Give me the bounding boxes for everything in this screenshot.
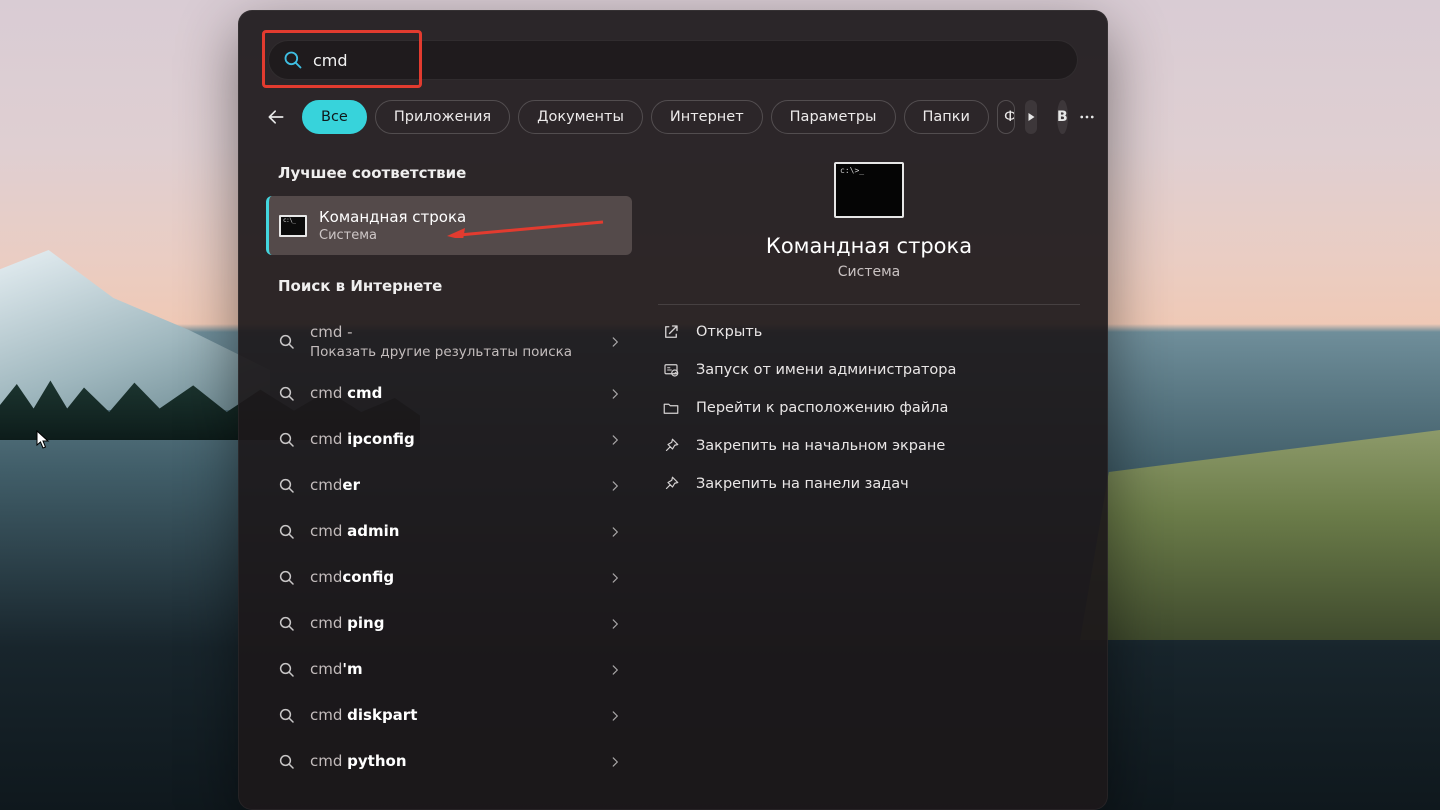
web-result-item[interactable]: cmd cmd [266,371,632,417]
play-icon [1025,111,1037,123]
best-match-title: Командная строка [319,208,466,226]
more-options-button[interactable] [1078,100,1096,134]
web-result-item[interactable]: cmd diskpart [266,693,632,739]
action-label: Перейти к расположению файла [696,400,948,416]
filter-pill-1[interactable]: Приложения [375,100,510,134]
filter-row: ВсеПриложенияДокументыИнтернетПараметрыП… [238,80,1108,134]
search-icon [278,385,296,403]
action-open[interactable]: Открыть [658,313,1080,351]
action-label: Открыть [696,324,762,340]
web-result-item[interactable]: cmd'm [266,647,632,693]
search-icon [278,523,296,541]
pin-icon [662,437,680,455]
search-icon [278,477,296,495]
filter-pill-2[interactable]: Документы [518,100,643,134]
search-icon [278,707,296,725]
action-label: Закрепить на панели задач [696,476,909,492]
preview-subtitle: Система [838,264,900,280]
folder-icon [662,399,680,417]
web-result-label: cmd - Показать другие результаты поиска [310,323,620,361]
action-admin[interactable]: Запуск от имени администратора [658,351,1080,389]
web-result-item[interactable]: cmd admin [266,509,632,555]
search-icon [278,615,296,633]
web-results-list: cmd - Показать другие результаты поиска c… [266,313,632,785]
chevron-right-icon [608,709,622,723]
filter-pill-5[interactable]: Папки [904,100,989,134]
chevron-right-icon [608,335,622,349]
action-list: Открыть Запуск от имени администратора Пер… [658,313,1080,503]
chevron-right-icon [608,479,622,493]
best-match-heading: Лучшее соответствие [266,164,632,182]
web-result-item[interactable]: cmd ping [266,601,632,647]
next-filters-button[interactable] [1025,100,1037,134]
search-icon [278,753,296,771]
chevron-right-icon [608,617,622,631]
action-pin[interactable]: Закрепить на панели задач [658,465,1080,503]
filter-pills: ВсеПриложенияДокументыИнтернетПараметрыП… [302,100,1015,134]
action-pin[interactable]: Закрепить на начальном экране [658,427,1080,465]
web-result-label: cmd diskpart [310,706,620,725]
web-result-label: cmd ping [310,614,620,633]
admin-icon [662,361,680,379]
action-label: Запуск от имени администратора [696,362,956,378]
results-column: Лучшее соответствие Командная строка Сис… [266,158,632,785]
web-result-item[interactable]: cmd python [266,739,632,785]
web-search-heading: Поиск в Интернете [266,277,632,295]
web-result-label: cmd'm [310,660,620,679]
web-result-item[interactable]: cmd ipconfig [266,417,632,463]
filter-pill-0[interactable]: Все [302,100,367,134]
web-result-item[interactable]: cmdconfig [266,555,632,601]
filter-pill-6[interactable]: Ф [997,100,1015,134]
chevron-right-icon [608,387,622,401]
web-result-label: cmd python [310,752,620,771]
search-icon [278,333,296,351]
filter-pill-3[interactable]: Интернет [651,100,763,134]
annotation-arrow [445,220,605,238]
action-label: Закрепить на начальном экране [696,438,945,454]
web-result-label: cmd admin [310,522,620,541]
cmd-app-icon [279,215,307,237]
ellipsis-icon [1078,108,1096,126]
windows-search-window: ВсеПриложенияДокументыИнтернетПараметрыП… [238,10,1108,810]
pin-icon [662,475,680,493]
filter-pill-4[interactable]: Параметры [771,100,896,134]
preview-title: Командная строка [766,234,972,258]
search-icon [278,569,296,587]
web-result-label: cmder [310,476,620,495]
web-result-label: cmd ipconfig [310,430,620,449]
chevron-right-icon [608,663,622,677]
divider [658,304,1080,305]
search-icon [278,431,296,449]
web-result-label: cmdconfig [310,568,620,587]
web-result-label: cmd cmd [310,384,620,403]
cmd-app-icon-large [834,162,904,218]
account-avatar[interactable]: В [1057,100,1068,134]
arrow-left-icon [266,107,286,127]
preview-column: Командная строка Система Открыть Запуск о… [658,158,1080,785]
desktop-background: ВсеПриложенияДокументыИнтернетПараметрыП… [0,0,1440,810]
chevron-right-icon [608,525,622,539]
chevron-right-icon [608,755,622,769]
best-match-result[interactable]: Командная строка Система [266,196,632,255]
back-button[interactable] [266,105,286,129]
search-input[interactable] [313,51,1063,70]
best-match-subtitle: Система [319,228,466,243]
web-result-item[interactable]: cmder [266,463,632,509]
search-bar[interactable] [268,40,1078,80]
open-icon [662,323,680,341]
action-folder[interactable]: Перейти к расположению файла [658,389,1080,427]
search-icon [278,661,296,679]
chevron-right-icon [608,433,622,447]
chevron-right-icon [608,571,622,585]
bg-grass [1080,430,1440,640]
search-icon [283,50,303,70]
web-result-item[interactable]: cmd - Показать другие результаты поиска [266,313,632,371]
